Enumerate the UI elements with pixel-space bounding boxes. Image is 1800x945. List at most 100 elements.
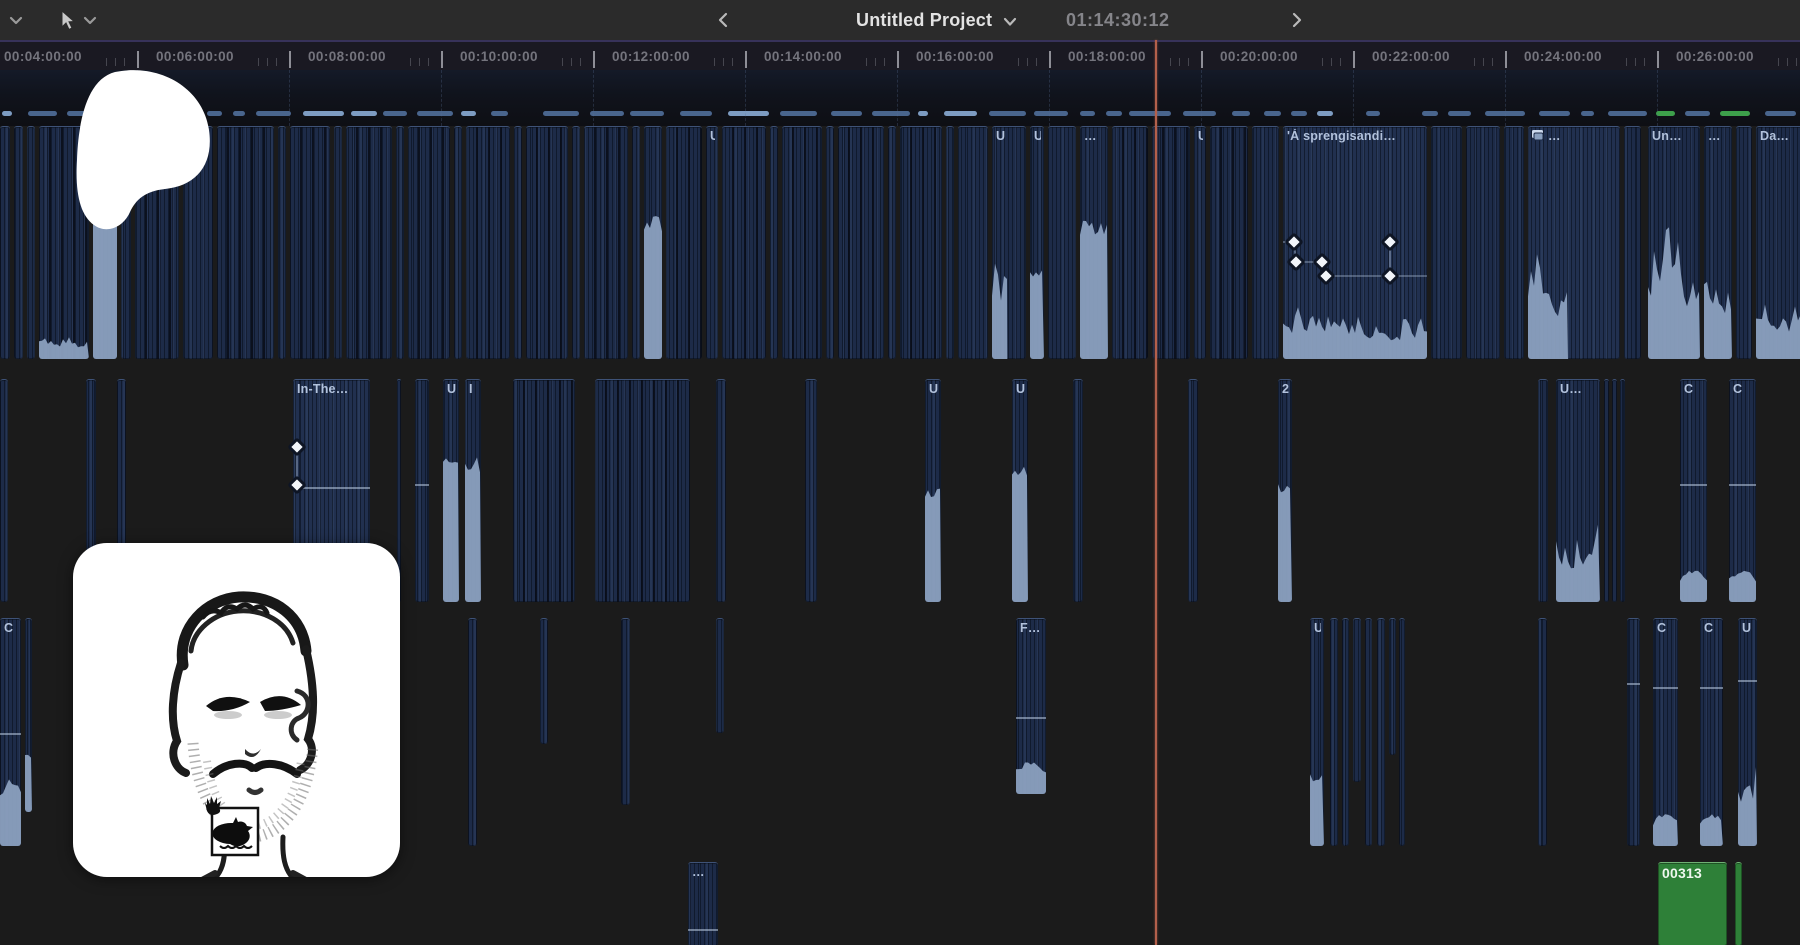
audio-clip[interactable] (1612, 379, 1617, 602)
audio-clip[interactable] (1627, 618, 1640, 846)
audio-clip[interactable] (290, 126, 330, 359)
audio-clip[interactable] (1330, 618, 1338, 846)
audio-clip[interactable] (1736, 126, 1752, 359)
audio-clip[interactable] (93, 126, 117, 359)
audio-clip[interactable] (1252, 126, 1279, 359)
audio-clip[interactable] (408, 126, 450, 359)
audio-clip[interactable] (1210, 126, 1248, 359)
audio-clip[interactable] (666, 126, 702, 359)
audio-clip[interactable] (27, 126, 35, 359)
audio-clip[interactable] (1188, 379, 1198, 602)
audio-clip[interactable] (1377, 618, 1385, 846)
audio-clip[interactable] (572, 126, 580, 359)
project-title-dropdown[interactable]: Untitled Project (856, 0, 1019, 40)
audio-clip-[interactable]: … (1528, 126, 1620, 359)
audio-clip[interactable] (632, 126, 640, 359)
audio-clip[interactable] (1624, 126, 1641, 359)
audio-clip[interactable] (526, 126, 568, 359)
audio-clip[interactable] (1365, 618, 1372, 846)
audio-clip[interactable] (1538, 618, 1547, 846)
audio-clip-[interactable]: … (688, 862, 718, 945)
audio-clip[interactable] (39, 126, 89, 359)
audio-clip[interactable] (514, 126, 522, 359)
audio-clip[interactable] (14, 126, 23, 359)
playhead[interactable] (1155, 40, 1157, 945)
previous-item-button[interactable] (716, 0, 730, 40)
audio-clip[interactable] (1735, 862, 1742, 945)
audio-clip[interactable] (838, 126, 884, 359)
clip-volume-line[interactable] (688, 929, 718, 931)
audio-clip[interactable] (1466, 126, 1500, 359)
audio-clip[interactable] (595, 379, 690, 602)
timeline-ruler[interactable]: 00:04:00:0000:06:00:0000:08:00:0000:10:0… (0, 40, 1800, 72)
timeline-options-dropdown[interactable] (8, 0, 24, 40)
audio-clip-u[interactable]: U (1030, 126, 1044, 359)
audio-clip[interactable] (396, 126, 404, 359)
clip-volume-line[interactable] (0, 733, 21, 735)
clip-volume-line[interactable] (1729, 484, 1756, 486)
audio-clip[interactable] (1504, 126, 1524, 359)
audio-clip-c[interactable]: C (1700, 618, 1723, 846)
audio-clip[interactable] (644, 126, 662, 359)
audio-clip[interactable] (1073, 379, 1083, 602)
audio-clip[interactable] (346, 126, 392, 359)
audio-clip[interactable] (1604, 379, 1609, 602)
audio-clip[interactable] (888, 126, 896, 359)
next-item-button[interactable] (1290, 0, 1304, 40)
clip-volume-line[interactable] (1738, 680, 1757, 682)
audio-clip[interactable] (1389, 618, 1396, 755)
audio-clip[interactable] (946, 126, 954, 359)
audio-clip[interactable] (805, 379, 817, 602)
audio-clip[interactable] (0, 379, 8, 602)
audio-clip-c[interactable]: C (0, 618, 21, 846)
audio-clip[interactable] (1353, 618, 1361, 782)
audio-clip-u[interactable]: U (1194, 126, 1206, 359)
audio-clip[interactable] (1399, 618, 1405, 846)
clip-volume-line[interactable] (293, 487, 370, 489)
audio-clip-c[interactable]: C (1729, 379, 1756, 602)
audio-clip[interactable] (1538, 379, 1548, 602)
audio-clip[interactable] (782, 126, 822, 359)
audio-clip[interactable] (513, 379, 575, 602)
audio-clip-f[interactable]: F… (1016, 618, 1046, 794)
audio-clip[interactable] (770, 126, 778, 359)
audio-clip-2[interactable]: 2 (1278, 379, 1292, 602)
audio-clip-u[interactable]: U (1012, 379, 1028, 602)
audio-clip[interactable] (468, 618, 477, 846)
audio-clip-u[interactable]: U (992, 126, 1026, 359)
audio-clip[interactable] (121, 126, 131, 359)
audio-clip[interactable] (584, 126, 628, 359)
clip-volume-line[interactable] (1653, 687, 1678, 689)
clip-volume-line[interactable] (1700, 687, 1723, 689)
audio-clip-u[interactable]: U… (1556, 379, 1600, 602)
audio-clip[interactable] (217, 126, 274, 359)
audio-clip-u[interactable]: U (925, 379, 941, 602)
clip-volume-line[interactable] (1680, 484, 1707, 486)
clip-volume-line[interactable] (1627, 683, 1640, 685)
cursor-tool-button[interactable] (58, 0, 98, 40)
audio-clip[interactable] (278, 126, 286, 359)
audio-clip-[interactable]: … (1080, 126, 1108, 359)
audio-clip-i[interactable]: I (465, 379, 481, 602)
audio-clip-u[interactable]: U (1310, 618, 1324, 846)
audio-clip[interactable] (1620, 379, 1625, 602)
audio-clip[interactable] (540, 618, 548, 744)
audio-clip[interactable] (722, 126, 766, 359)
audio-clip[interactable] (1342, 618, 1349, 846)
clip-volume-line[interactable] (415, 484, 429, 486)
audio-clip[interactable] (454, 126, 462, 359)
audio-clip[interactable] (415, 379, 429, 602)
audio-clip[interactable] (1152, 126, 1190, 359)
audio-clip-u[interactable]: U (706, 126, 718, 359)
audio-clip-u[interactable]: U (1738, 618, 1757, 846)
audio-clip-sprengisandi[interactable]: 'Á sprengisandi… (1283, 126, 1427, 359)
audio-clip-c[interactable]: C (1680, 379, 1707, 602)
audio-clip[interactable] (1112, 126, 1148, 359)
audio-clip[interactable] (334, 126, 342, 359)
audio-clip-c[interactable]: C (1653, 618, 1678, 846)
audio-clip-[interactable]: … (1704, 126, 1732, 359)
audio-clip-da[interactable]: Da… (1756, 126, 1800, 359)
audio-clip[interactable] (0, 126, 10, 359)
audio-clip[interactable] (958, 126, 988, 359)
audio-clip-un[interactable]: Un… (1648, 126, 1700, 359)
